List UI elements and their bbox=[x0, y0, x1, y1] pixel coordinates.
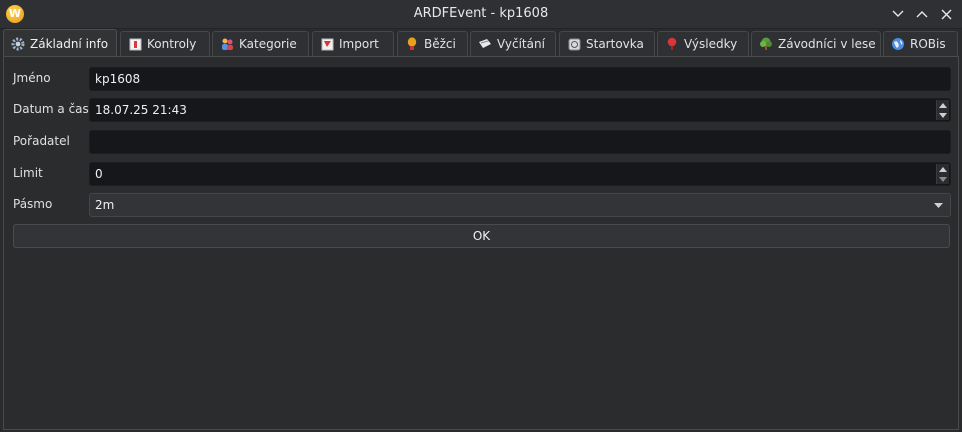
tab-label: Vyčítání bbox=[497, 37, 545, 51]
datetime-input[interactable]: 18.07.25 21:43 bbox=[89, 98, 951, 122]
organizer-label: Pořadatel bbox=[13, 134, 70, 148]
limit-input[interactable]: 0 bbox=[89, 162, 951, 186]
datetime-spinner[interactable] bbox=[936, 100, 949, 120]
globe-icon bbox=[891, 37, 905, 51]
tab-label: Kategorie bbox=[239, 37, 297, 51]
results-icon bbox=[665, 37, 679, 51]
tab-label: ROBis bbox=[910, 37, 946, 51]
band-select[interactable]: 2m bbox=[89, 193, 951, 217]
tab-startovka[interactable]: Startovka bbox=[559, 31, 655, 56]
window-title: ARDFEvent - kp1608 bbox=[413, 6, 549, 21]
runner-icon bbox=[405, 37, 419, 51]
tab-label: Kontroly bbox=[147, 37, 197, 51]
gear-icon bbox=[11, 37, 25, 51]
tab-kontroly[interactable]: Kontroly bbox=[120, 31, 210, 56]
tab-robis[interactable]: ROBis bbox=[883, 31, 958, 56]
tab-bar: Základní info Kontroly Kategorie Import … bbox=[3, 29, 960, 57]
tab-label: Výsledky bbox=[684, 37, 738, 51]
minimize-button[interactable] bbox=[888, 4, 908, 24]
start-list-icon bbox=[567, 37, 581, 51]
close-icon bbox=[941, 9, 951, 19]
chevron-down-icon bbox=[892, 10, 904, 17]
close-button[interactable] bbox=[936, 4, 956, 24]
tab-label: Základní info bbox=[30, 36, 109, 51]
name-row: Jméno kp1608 bbox=[13, 67, 953, 91]
spin-down-icon[interactable] bbox=[937, 110, 949, 120]
name-label: Jméno bbox=[13, 71, 51, 85]
organizer-row: Pořadatel bbox=[13, 130, 953, 154]
tab-label: Import bbox=[339, 37, 379, 51]
tree-icon bbox=[759, 37, 773, 51]
tab-zavodnici-v-lese[interactable]: Závodníci v lese bbox=[751, 31, 881, 56]
tab-label: Startovka bbox=[586, 37, 644, 51]
limit-value: 0 bbox=[95, 167, 103, 181]
limit-row: Limit 0 bbox=[13, 162, 953, 186]
import-icon bbox=[320, 37, 334, 51]
limit-label: Limit bbox=[13, 166, 43, 180]
datetime-label: Datum a čas bbox=[13, 102, 89, 116]
tab-vycitani[interactable]: Vyčítání bbox=[470, 31, 556, 56]
chevron-up-icon bbox=[916, 11, 928, 18]
tab-import[interactable]: Import bbox=[312, 31, 394, 56]
chevron-down-icon bbox=[934, 203, 943, 208]
ok-button[interactable]: OK bbox=[13, 224, 950, 248]
control-flag-icon bbox=[128, 37, 142, 51]
tab-bezci[interactable]: Běžci bbox=[397, 31, 468, 56]
tab-label: Závodníci v lese bbox=[778, 37, 876, 51]
tab-label: Běžci bbox=[424, 37, 456, 51]
readout-icon bbox=[478, 37, 492, 51]
name-input[interactable]: kp1608 bbox=[89, 67, 951, 91]
organizer-input[interactable] bbox=[89, 130, 951, 154]
spin-down-icon[interactable] bbox=[937, 174, 949, 184]
tab-vysledky[interactable]: Výsledky bbox=[657, 31, 749, 56]
spin-up-icon[interactable] bbox=[937, 100, 949, 110]
limit-spinner[interactable] bbox=[936, 164, 949, 184]
datetime-row: Datum a čas 18.07.25 21:43 bbox=[13, 98, 953, 122]
maximize-button[interactable] bbox=[912, 4, 932, 24]
app-window: W ARDFEvent - kp1608 Základní info Kontr… bbox=[0, 0, 962, 432]
band-row: Pásmo 2m bbox=[13, 193, 953, 217]
title-bar: W ARDFEvent - kp1608 bbox=[0, 0, 962, 29]
band-value: 2m bbox=[95, 198, 115, 212]
tab-kategorie[interactable]: Kategorie bbox=[212, 31, 309, 56]
basic-info-panel: Jméno kp1608 Datum a čas 18.07.25 21:43 … bbox=[3, 56, 959, 430]
band-label: Pásmo bbox=[13, 197, 53, 211]
people-icon bbox=[220, 37, 234, 51]
spin-up-icon[interactable] bbox=[937, 164, 949, 174]
tab-zakladni-info[interactable]: Základní info bbox=[3, 29, 117, 57]
datetime-value: 18.07.25 21:43 bbox=[95, 103, 187, 117]
